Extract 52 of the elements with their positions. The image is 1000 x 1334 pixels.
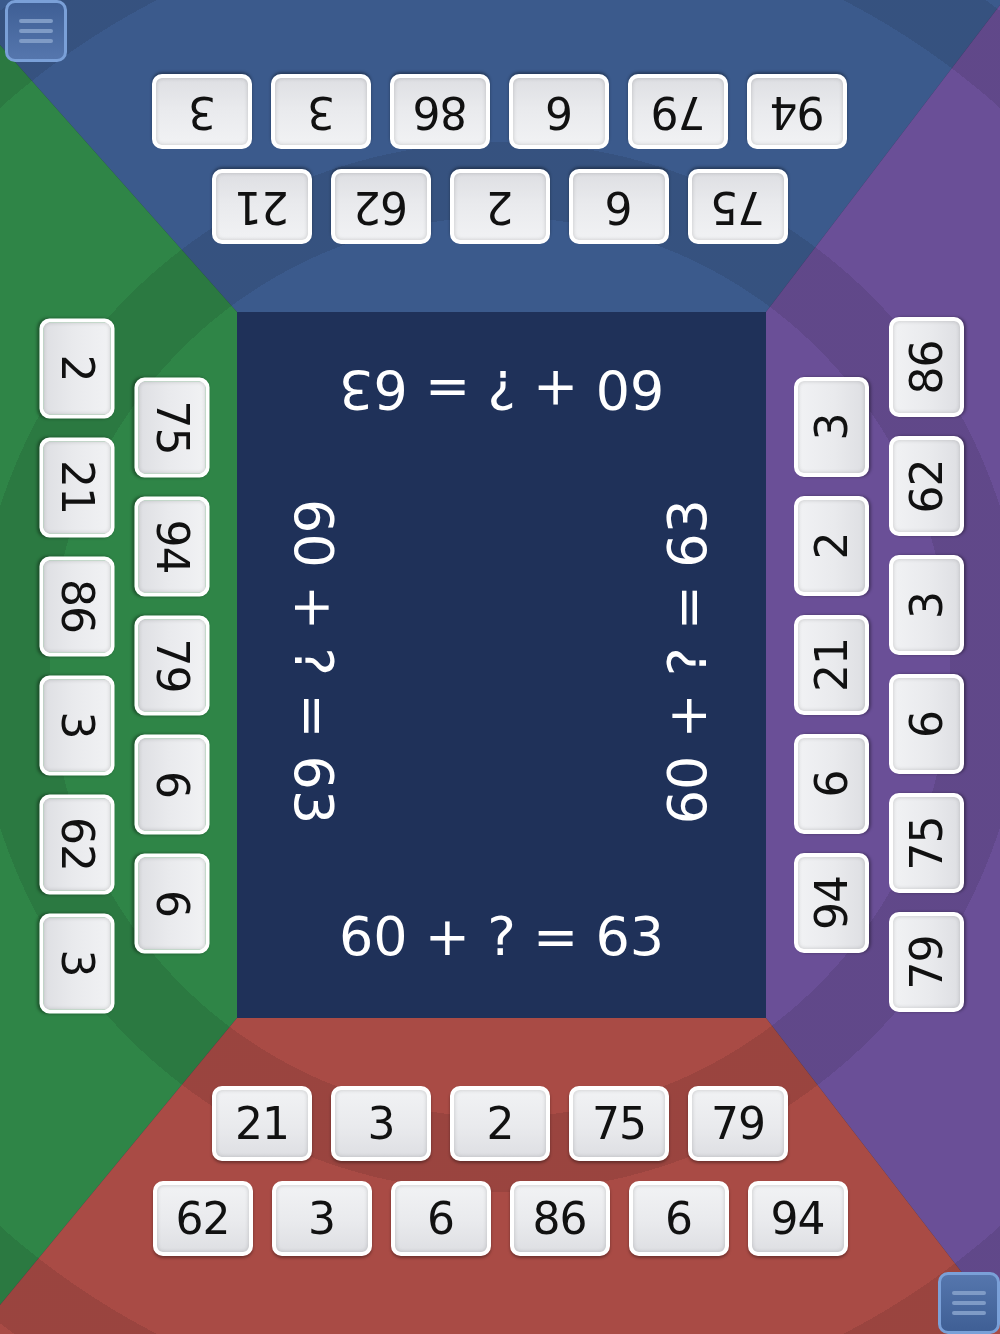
equation-text: 60 + ? = 63 [338,360,665,420]
number-tile[interactable]: 3 [152,74,253,150]
number-tile[interactable]: 62 [889,436,964,537]
number-tile[interactable]: 2 [39,317,114,418]
number-tile[interactable]: 86 [39,555,114,656]
equation-text: 60 + ? = 63 [338,907,665,967]
number-tile[interactable]: 2 [450,1086,550,1161]
number-tile[interactable]: 94 [747,1181,848,1256]
number-tile[interactable]: 3 [331,1086,431,1161]
number-tile[interactable]: 3 [271,74,372,150]
number-tile[interactable]: 79 [628,74,729,150]
number-tile[interactable]: 2 [794,496,869,596]
number-tile[interactable]: 86 [390,74,491,150]
number-tile[interactable]: 75 [889,793,964,894]
number-tile[interactable]: 75 [569,1086,669,1161]
number-tile[interactable]: 62 [331,169,431,245]
number-tile[interactable]: 6 [794,734,869,834]
number-tile[interactable]: 3 [39,674,114,775]
number-tile[interactable]: 79 [134,615,209,715]
number-tile[interactable]: 79 [688,1086,788,1161]
number-tile[interactable]: 6 [134,853,209,953]
number-tile[interactable]: 94 [134,496,209,596]
number-tile[interactable]: 21 [39,436,114,537]
number-tile[interactable]: 21 [212,169,312,245]
number-tile[interactable]: 3 [794,377,869,477]
number-tile[interactable]: 3 [39,912,114,1013]
number-tile[interactable]: 6 [509,74,610,150]
number-tile[interactable]: 3 [889,555,964,656]
number-tile[interactable]: 62 [152,1181,253,1256]
number-tile[interactable]: 6 [569,169,669,245]
number-tile[interactable]: 6 [889,674,964,775]
equation-text: 60 + ? = 63 [284,499,344,825]
number-tile[interactable]: 2 [450,169,550,245]
number-tile[interactable]: 6 [390,1181,491,1256]
menu-button[interactable] [938,1272,1000,1334]
number-tile[interactable]: 75 [688,169,788,245]
number-tile[interactable]: 79 [889,912,964,1013]
number-tile[interactable]: 21 [794,615,869,715]
number-tile[interactable]: 21 [212,1086,312,1161]
number-tile[interactable]: 3 [271,1181,372,1256]
number-tile[interactable]: 86 [889,317,964,418]
number-tile[interactable]: 94 [794,853,869,953]
number-tile[interactable]: 6 [628,1181,729,1256]
number-tile[interactable]: 62 [39,793,114,894]
number-tile[interactable]: 94 [747,74,848,150]
number-tile[interactable]: 6 [134,734,209,834]
menu-button[interactable] [5,0,67,62]
number-tile[interactable]: 75 [134,377,209,477]
menu-icon [951,1290,987,1316]
number-tile[interactable]: 86 [509,1181,610,1256]
equation-text: 60 + ? = 63 [658,499,718,825]
menu-icon [18,18,54,44]
